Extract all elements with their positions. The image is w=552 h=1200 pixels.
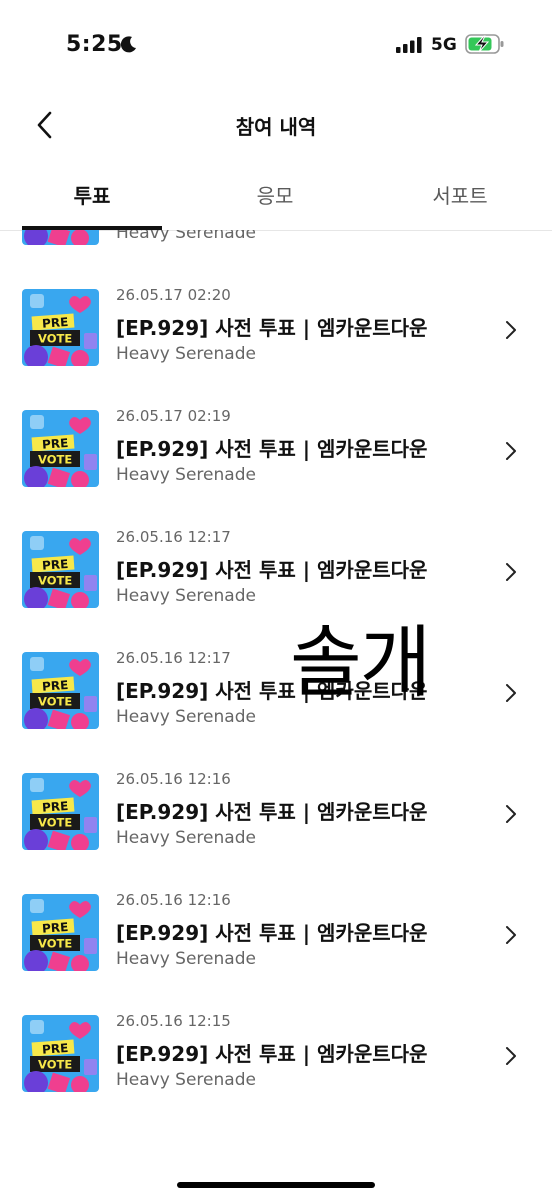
tab-vote[interactable]: 투표 (22, 168, 162, 228)
item-title: [EP.929] 사전 투표 | 엠카운트다운 (116, 558, 428, 582)
network-type: 5G (431, 35, 457, 55)
thumb-line2: VOTE (38, 937, 72, 951)
home-indicator (177, 1182, 375, 1188)
vote-thumbnail: PREVOTE (22, 652, 99, 729)
vote-thumbnail: PREVOTE (22, 531, 99, 608)
item-subtitle: Heavy Serenade (116, 344, 256, 364)
list-item[interactable]: PRE VOTE 26.05.16 12:17 [EP.929] 사전 투표 | 엠카… (0, 525, 552, 646)
thumb-line2: VOTE (38, 453, 72, 467)
app-header: 참여 내역 (0, 90, 552, 160)
thumb-line1: PRE (42, 920, 69, 936)
thumb-line1: PRE (42, 436, 69, 452)
item-date: 26.05.16 12:16 (116, 770, 231, 788)
item-date: 26.05.16 12:17 (116, 649, 231, 667)
list-item[interactable]: PRE VOTE 26.05.16 12:17 [EP.929] 사전 투표 | 엠카… (0, 646, 552, 767)
item-title: [EP.929] 사전 투표 | 엠카운트다운 (116, 1042, 428, 1066)
item-subtitle: Heavy Serenade (116, 465, 256, 485)
vote-thumbnail: PREVOTE (22, 894, 99, 971)
thumb-line1: PRE (42, 1041, 69, 1057)
vote-thumbnail: PREVOTE (22, 230, 99, 245)
item-subtitle: Heavy Serenade (116, 707, 256, 727)
item-subtitle: Heavy Serenade (116, 1070, 256, 1090)
item-subtitle: Heavy Serenade (116, 586, 256, 606)
list-item[interactable]: PRE VOTE 26.05.16 12:15 [EP.929] 사전 투표 | 엠카… (0, 1009, 552, 1130)
item-date: 26.05.16 12:15 (116, 1012, 231, 1030)
item-subtitle: Heavy Serenade (116, 828, 256, 848)
status-bar: 5:25 5G (0, 0, 552, 90)
chevron-right-icon (506, 563, 516, 581)
thumb-line2: VOTE (38, 695, 72, 709)
thumb-line1: PRE (42, 315, 69, 331)
status-time: 5:25 (66, 32, 123, 57)
item-date: 26.05.17 02:20 (116, 286, 231, 304)
item-title: [EP.929] 사전 투표 | 엠카운트다운 (116, 921, 428, 945)
chevron-right-icon (506, 926, 516, 944)
page-title: 참여 내역 (235, 115, 317, 139)
vote-thumbnail: PREVOTE (22, 773, 99, 850)
item-date: 26.05.16 12:16 (116, 891, 231, 909)
moon-icon (120, 36, 136, 53)
tab-apply[interactable]: 응모 (205, 168, 345, 228)
vote-thumbnail: PREVOTE (22, 1015, 99, 1092)
tab-bar: 투표 응모 서포트 (0, 168, 552, 231)
chevron-right-icon (506, 805, 516, 823)
item-title: [EP.929] 사전 투표 | 엠카운트다운 (116, 800, 428, 824)
battery-charging-icon (465, 34, 504, 54)
vote-thumbnail: PREVOTE (22, 289, 99, 366)
overlay-handwritten-text: 솔개 (290, 618, 432, 708)
item-title: [EP.929] 사전 투표 | 엠카운트다운 (116, 316, 428, 340)
item-subtitle: Heavy Serenade (116, 230, 256, 243)
item-date: 26.05.16 12:17 (116, 528, 231, 546)
list-item[interactable]: PRE VOTE 26.05.17 02:19 [EP.929] 사전 투표 | 엠카… (0, 404, 552, 525)
vote-thumbnail: PREVOTE (22, 410, 99, 487)
thumb-line2: VOTE (38, 574, 72, 588)
item-subtitle: Heavy Serenade (116, 949, 256, 969)
tab-support[interactable]: 서포트 (390, 168, 530, 228)
item-title: [EP.929] 사전 투표 | 엠카운트다운 (116, 437, 428, 461)
chevron-right-icon (506, 442, 516, 460)
thumb-line1: PRE (42, 678, 69, 694)
chevron-right-icon (506, 684, 516, 702)
list-item-partial[interactable]: PREVOTE Heavy Serenade (0, 230, 552, 283)
list-item[interactable]: PRE VOTE 26.05.17 02:20 [EP.929] 사전 투표 | 엠카… (0, 283, 552, 404)
history-list[interactable]: PREVOTE Heavy Serenade PREVOTE26.05.17 0… (0, 230, 552, 1150)
chevron-right-icon (506, 1047, 516, 1065)
list-item[interactable]: PRE VOTE 26.05.16 12:16 [EP.929] 사전 투표 | 엠카… (0, 888, 552, 1009)
list-item[interactable]: PRE VOTE 26.05.16 12:16 [EP.929] 사전 투표 | 엠카… (0, 767, 552, 888)
chevron-right-icon (506, 321, 516, 339)
thumb-line1: PRE (42, 557, 69, 573)
thumb-line2: VOTE (38, 1058, 72, 1072)
thumb-line2: VOTE (38, 332, 72, 346)
signal-icon (396, 37, 422, 53)
thumb-line2: VOTE (38, 816, 72, 830)
thumb-line1: PRE (42, 799, 69, 815)
item-date: 26.05.17 02:19 (116, 407, 231, 425)
